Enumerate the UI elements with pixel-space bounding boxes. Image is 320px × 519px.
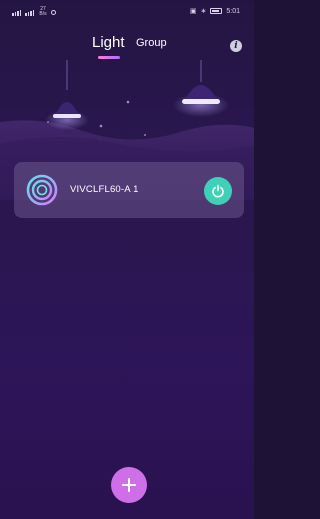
bluetooth-icon: ∗ [200,8,207,15]
speed-unit: B/s [39,11,47,17]
tab-group[interactable]: Group [136,37,167,49]
tab-light[interactable]: Light [92,34,125,51]
status-bar: 27 B/s ▣ ∗ 5:01 [0,0,254,22]
battery-icon [210,8,223,14]
power-button[interactable] [204,177,232,205]
app-screen: 27 B/s ▣ ∗ 5:01 Light Group i VIVCLFL60-… [0,0,254,519]
network-speed: 27 B/s [38,7,48,17]
power-icon [212,184,224,198]
add-device-button[interactable] [111,467,147,503]
device-name: VIVCLFL60-A 1 [70,184,139,195]
plus-icon [122,478,136,492]
clock: 5:01 [226,7,240,15]
status-left: 27 B/s [12,7,56,17]
nfc-icon: ▣ [189,8,197,15]
info-icon[interactable]: i [230,40,242,52]
device-card[interactable]: VIVCLFL60-A 1 [14,162,244,218]
tab-light-indicator [98,56,120,59]
status-right: ▣ ∗ 5:01 [189,7,240,16]
sync-icon [51,9,56,15]
signal-icon [12,9,22,16]
signal-icon-2 [25,9,35,16]
lamp-ring-icon [26,174,58,206]
